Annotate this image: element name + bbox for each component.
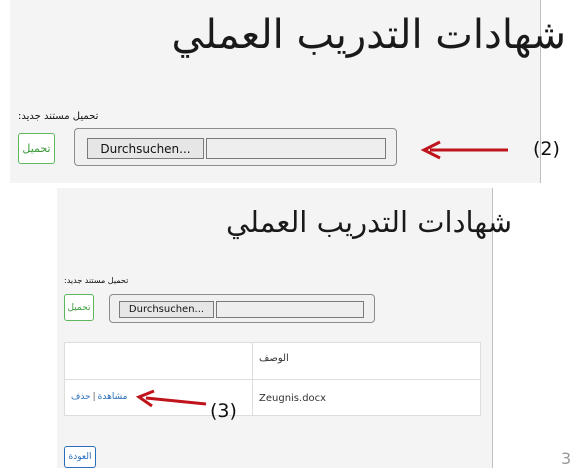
file-path-field[interactable] [206,138,386,159]
table-row: Zeugnis.docx مشاهدة|حذف [65,380,480,416]
action-separator: | [92,392,96,402]
file-path-field[interactable] [216,301,364,318]
table-header-row: الوصف [65,343,480,380]
row-actions: مشاهدة|حذف [71,392,127,402]
page-title: شهادات التدريب العملي [225,205,512,239]
documents-table: الوصف Zeugnis.docx مشاهدة|حذف [64,342,481,416]
annotation-step-2: (2) [533,138,560,160]
annotation-step-3: (3) [210,400,237,422]
red-arrow-icon [135,389,207,408]
column-header-description: الوصف [259,353,289,364]
delete-link[interactable]: حذف [71,392,91,402]
browse-button[interactable]: Durchsuchen... [87,138,204,159]
view-link[interactable]: مشاهدة [98,392,128,402]
column-divider [252,343,253,379]
upload-button[interactable]: تحميل [18,133,55,164]
red-arrow-icon [420,140,508,160]
file-input-group: Durchsuchen... [74,128,397,166]
upload-label: تحميل مستند جديد: [18,111,99,122]
document-filename: Zeugnis.docx [259,393,327,404]
back-button[interactable]: العودة [64,446,96,468]
column-divider [252,380,253,416]
browse-button[interactable]: Durchsuchen... [119,301,214,318]
page-title: شهادات التدريب العملي [171,12,566,58]
upload-button[interactable]: تحميل [64,294,94,321]
file-input-group: Durchsuchen... [109,294,375,323]
page-number: 3 [561,449,572,468]
upload-label: تحميل مستند جديد: [64,276,129,285]
